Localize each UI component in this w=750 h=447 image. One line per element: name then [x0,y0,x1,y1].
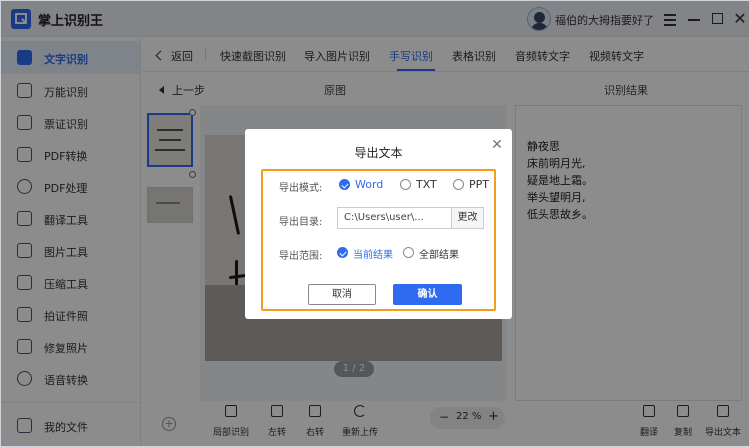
export-dir-label: 导出目录: [279,217,323,228]
export-options-box: 导出模式: Word TXT PPT 导出目录: C:\Users\user\.… [261,169,496,311]
dialog-close-icon[interactable]: ✕ [490,138,504,152]
change-dir-button[interactable]: 更改 [451,207,484,229]
dialog-title: 导出文本 [354,146,403,160]
export-range-label: 导出范围: [279,251,323,262]
radio-label: 当前结果 [353,250,393,261]
radio-unchecked-icon [400,179,411,190]
radio-checked-icon [337,247,348,258]
radio-label: TXT [416,178,437,191]
cancel-button[interactable]: 取消 [308,284,376,305]
radio-unchecked-icon [403,247,414,258]
confirm-button[interactable]: 确认 [393,284,462,305]
export-text-dialog: 导出文本 ✕ 导出模式: Word TXT PPT 导出目录: C:\Users… [245,129,512,319]
export-format-label: 导出模式: [279,183,323,194]
radio-checked-icon [339,179,350,190]
radio-label: PPT [469,178,489,191]
radio-label: 全部结果 [419,250,459,261]
export-dir-input[interactable]: C:\Users\user\... [337,207,451,229]
radio-label: Word [355,178,384,191]
radio-unchecked-icon [453,179,464,190]
app-window: 掌上识别王 福伯的大拇指要好了 ✕ 文字识别 万能识别 票证识别 PDF转换 P [0,0,750,447]
